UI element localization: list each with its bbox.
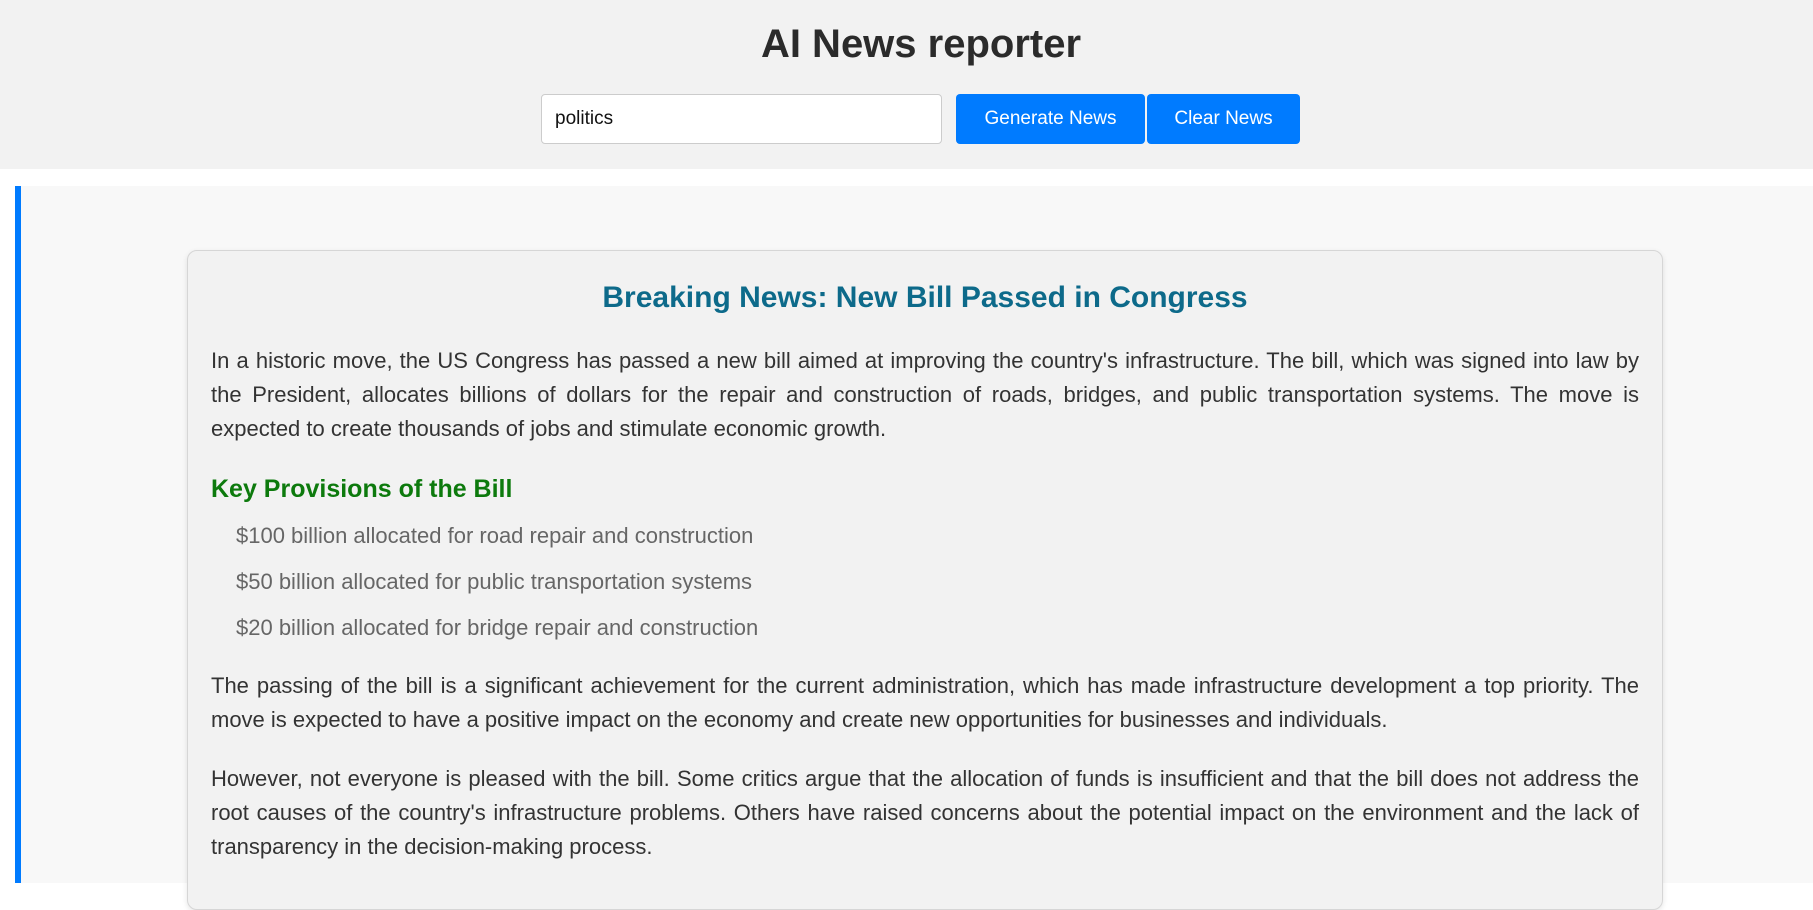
provisions-heading: Key Provisions of the Bill [211, 475, 513, 503]
topic-input[interactable] [541, 94, 942, 144]
generate-news-button[interactable]: Generate News [956, 94, 1145, 144]
article-paragraph-2: The passing of the bill is a significant… [211, 673, 1639, 732]
list-item: $20 billion allocated for bridge repair … [236, 615, 759, 640]
clear-news-button[interactable]: Clear News [1147, 94, 1300, 144]
list-item: $50 billion allocated for public transpo… [236, 569, 753, 594]
article-title: Breaking News: New Bill Passed in Congre… [602, 281, 1248, 314]
list-item: $100 billion allocated for road repair a… [236, 523, 754, 548]
article-paragraph-3: However, not everyone is pleased with th… [211, 766, 1639, 859]
provisions-list: $100 billion allocated for road repair a… [236, 521, 758, 659]
app-header: AI News reporter Generate News Clear New… [0, 0, 1813, 169]
article-intro-paragraph: In a historic move, the US Congress has … [211, 348, 1639, 441]
app-title: AI News reporter [760, 22, 1082, 66]
